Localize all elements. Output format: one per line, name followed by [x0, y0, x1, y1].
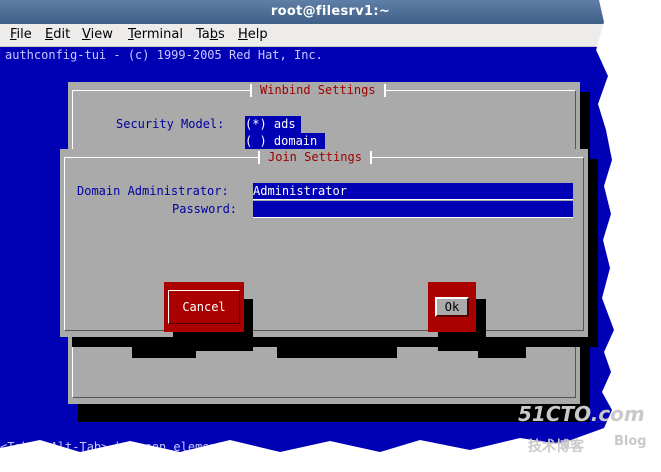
terminal-header-line: authconfig-tui - (c) 1999-2005 Red Hat, …: [0, 47, 614, 64]
menu-bar: File Edit View Terminal Tabs Help: [0, 24, 614, 47]
menu-terminal[interactable]: Terminal: [128, 24, 183, 46]
cancel-button[interactable]: Cancel: [164, 282, 244, 332]
join-dialog: Join Settings Domain Administrator: Admi…: [60, 149, 588, 351]
cancel-button-label: Cancel: [182, 299, 226, 314]
menu-tabs[interactable]: Tabs: [196, 24, 225, 46]
menu-view[interactable]: View: [82, 24, 113, 46]
winbind-title: Winbind Settings: [250, 82, 386, 99]
domain-admin-label: Domain Administrator:: [77, 184, 229, 198]
watermark-blog: Blog: [614, 434, 647, 449]
ok-button-label: Ok: [444, 299, 460, 314]
menu-help[interactable]: Help: [238, 24, 268, 46]
window-title: root@filesrv1:~: [270, 4, 391, 19]
window-titlebar[interactable]: root@filesrv1:~: [0, 0, 614, 24]
watermark-site: 51CTO.com: [518, 402, 645, 426]
join-title: Join Settings: [258, 149, 372, 166]
ok-button[interactable]: Ok: [428, 282, 476, 332]
security-model-label: Security Model:: [116, 117, 225, 131]
option-domain[interactable]: ( ) domain: [245, 133, 325, 150]
terminal-footer-line: <Tab>/<Alt-Tab> between elements: [0, 440, 232, 454]
watermark-sub: 技术博客: [528, 439, 584, 455]
option-ads[interactable]: (*) ads: [245, 116, 301, 133]
domain-admin-input[interactable]: Administrator: [253, 183, 573, 200]
password-input[interactable]: [253, 201, 573, 218]
menu-edit[interactable]: Edit: [45, 24, 70, 46]
password-label: Password:: [172, 202, 238, 216]
menu-file[interactable]: File: [10, 24, 32, 46]
